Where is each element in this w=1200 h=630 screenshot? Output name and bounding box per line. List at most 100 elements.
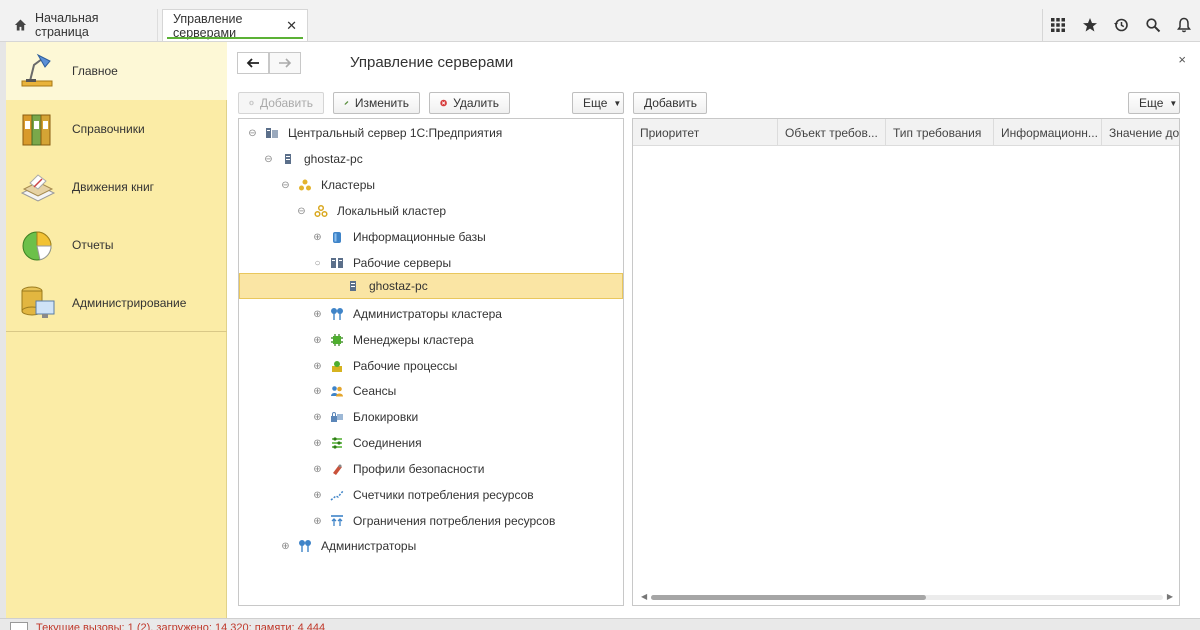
process-icon (332, 361, 342, 372)
sidebar-item-book-movements[interactable]: Движения книг (6, 158, 227, 216)
connections-icon (332, 437, 342, 449)
expand-icon[interactable]: ⊕ (312, 516, 323, 527)
expand-icon[interactable]: ⊕ (312, 412, 323, 423)
tree-more-button[interactable]: Еще ▼ (572, 92, 624, 114)
expand-icon[interactable]: ⊕ (312, 232, 323, 243)
database-computer-icon (21, 286, 55, 318)
server-icon (350, 281, 356, 291)
search-icon[interactable] (1137, 9, 1169, 41)
back-button[interactable] (237, 52, 269, 74)
tree-node[interactable]: ⊕ Профили безопасности (312, 457, 484, 481)
tree-node[interactable]: ⊕ Сеансы (312, 379, 396, 403)
tree-node-label: Блокировки (353, 410, 419, 424)
grid-add-button[interactable]: Добавить (633, 92, 707, 114)
expand-icon[interactable]: ⊕ (312, 309, 323, 320)
status-bar: Текущие вызовы: 1 (2), загружено: 14 320… (0, 618, 1200, 630)
forward-button[interactable] (269, 52, 301, 74)
expand-icon[interactable]: ⊕ (312, 464, 323, 475)
tree-node[interactable]: ⊕ Счетчики потребления ресурсов (312, 483, 534, 507)
tab-server-management[interactable]: Управление серверами ✕ (162, 9, 308, 41)
sidebar-item-catalogs[interactable]: Справочники (6, 100, 227, 158)
tree-node-label: Рабочие серверы (353, 256, 452, 270)
status-text: Текущие вызовы: 1 (2), загружено: 14 320… (36, 622, 326, 630)
grid-more-button[interactable]: Еще ▼ (1128, 92, 1180, 114)
collapse-icon[interactable]: ⊖ (263, 154, 274, 165)
apps-grid-icon[interactable] (1043, 9, 1075, 41)
star-icon[interactable] (1074, 9, 1106, 41)
no-expander (328, 281, 339, 292)
scrollbar-thumb[interactable] (651, 595, 926, 600)
history-icon[interactable] (1106, 9, 1138, 41)
expand-icon[interactable]: ⊕ (280, 541, 291, 552)
tab-close-icon[interactable]: ✕ (286, 18, 297, 34)
tree-node[interactable]: ⊕ Менеджеры кластера (312, 328, 473, 352)
expand-icon[interactable]: ⊕ (312, 490, 323, 501)
expand-icon[interactable]: ⊕ (312, 361, 323, 372)
main-content: Управление серверами × Добавить Изменить… (227, 42, 1200, 618)
tree-more-label: Еще (583, 96, 608, 110)
tree-node[interactable]: ⊕ Администраторы (280, 534, 416, 558)
sidebar-item-main[interactable]: Главное (6, 42, 227, 100)
work-servers-icon (331, 258, 343, 268)
tree-node[interactable]: ⊕ Ограничения потребления ресурсов (312, 509, 555, 533)
tree-node[interactable]: ⊕ Администраторы кластера (312, 302, 502, 326)
sidebar: Главное Справочники Движения книг Отчеты (6, 42, 227, 618)
desk-lamp-icon (21, 53, 53, 87)
tree-node-label: Счетчики потребления ресурсов (353, 488, 534, 502)
chevron-down-icon: ▼ (613, 98, 622, 108)
leaf-circle-icon[interactable]: ○ (312, 258, 323, 269)
security-profile-icon (333, 464, 342, 475)
horizontal-scrollbar[interactable]: ◀ ▶ (639, 592, 1175, 602)
expand-icon[interactable]: ⊕ (312, 335, 323, 346)
tree-node[interactable]: ⊖ Кластеры (280, 173, 375, 197)
tree-node[interactable]: ⊖ Локальный кластер (296, 199, 446, 223)
tree-add-button[interactable]: Добавить (238, 92, 324, 114)
column-header[interactable]: Объект требов... (778, 119, 886, 146)
sidebar-item-label: Главное (72, 64, 118, 78)
pie-chart-icon (22, 231, 52, 261)
sidebar-item-label: Отчеты (72, 238, 114, 252)
server-icon (285, 154, 291, 164)
resource-limit-icon (331, 515, 343, 526)
tree-node[interactable]: ⊕ Блокировки (312, 405, 418, 429)
tree-edit-button[interactable]: Изменить (333, 92, 420, 114)
tab-home[interactable]: Начальная страница (4, 9, 158, 41)
add-circle-icon (249, 100, 254, 106)
tree-delete-label: Удалить (453, 96, 499, 110)
tree-node-selected[interactable]: ghostaz-pc (239, 273, 623, 299)
collapse-icon[interactable]: ⊖ (280, 180, 291, 191)
column-header[interactable]: Значение доп (1102, 119, 1179, 146)
tree-delete-button[interactable]: Удалить (429, 92, 510, 114)
requirements-grid: Приоритет Объект требов... Тип требовани… (632, 118, 1180, 606)
binders-icon (22, 114, 51, 146)
arrow-left-icon (246, 58, 259, 68)
sidebar-item-reports[interactable]: Отчеты (6, 216, 227, 274)
tree-node[interactable]: ⊕ Рабочие процессы (312, 354, 457, 378)
column-header[interactable]: Информационн... (994, 119, 1102, 146)
grid-more-label: Еще (1139, 96, 1164, 110)
status-icon (10, 622, 28, 630)
sidebar-item-administration[interactable]: Администрирование (6, 274, 227, 332)
tree-node[interactable]: ⊕ Соединения (312, 431, 421, 455)
sidebar-item-label: Справочники (72, 122, 145, 136)
manager-chip-icon (331, 334, 343, 346)
tree-node[interactable]: ⊖ ghostaz-pc (263, 147, 362, 171)
expand-icon[interactable]: ⊕ (312, 386, 323, 397)
tree-edit-label: Изменить (354, 96, 409, 110)
server-tree: ⊖ Центральный сервер 1С:Предприятия ⊖ gh… (238, 118, 624, 606)
expand-icon[interactable]: ⊕ (312, 438, 323, 449)
column-header[interactable]: Приоритет (633, 119, 778, 146)
tree-node[interactable]: ⊕ Информационные базы (312, 225, 486, 249)
clusters-icon (299, 179, 311, 191)
tree-node-label: Администраторы (321, 539, 417, 553)
collapse-icon[interactable]: ⊖ (296, 206, 307, 217)
column-header[interactable]: Тип требования (886, 119, 994, 146)
tree-node[interactable]: ⊖ Центральный сервер 1С:Предприятия (247, 121, 502, 145)
scroll-right-icon[interactable]: ▶ (1167, 592, 1173, 601)
scroll-left-icon[interactable]: ◀ (641, 592, 647, 601)
sessions-users-icon (331, 386, 343, 397)
bell-icon[interactable] (1169, 9, 1200, 41)
tree-node[interactable]: ○ Рабочие серверы (312, 251, 451, 275)
close-form-icon[interactable]: × (1178, 52, 1186, 67)
collapse-icon[interactable]: ⊖ (247, 128, 258, 139)
